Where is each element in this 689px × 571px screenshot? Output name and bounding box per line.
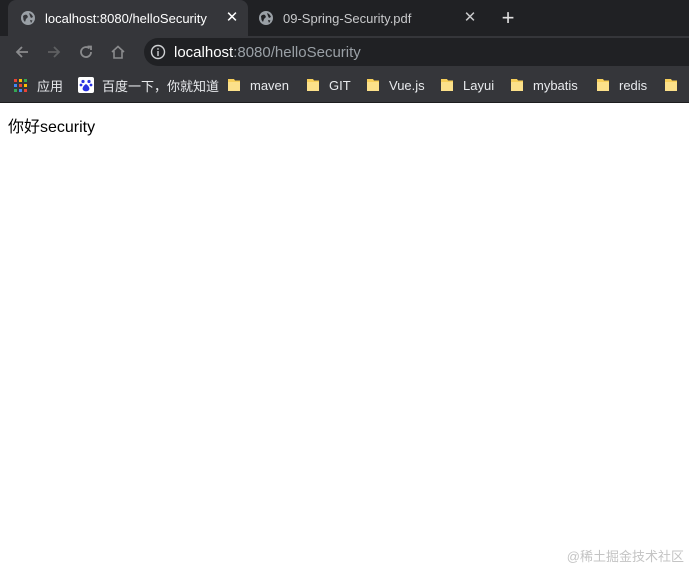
page-body-text: 你好security — [8, 119, 96, 136]
info-icon[interactable] — [150, 44, 166, 60]
arrow-left-icon — [15, 46, 28, 58]
tab-title: localhost:8080/helloSecurity — [45, 10, 207, 26]
bookmark-label: GIT — [329, 77, 351, 93]
tab-close-icon[interactable]: ✕ — [224, 10, 240, 26]
folder-icon — [441, 79, 453, 91]
bookmark-folder-maven[interactable]: maven — [227, 75, 289, 95]
folder-icon — [307, 79, 319, 91]
tab-close-icon[interactable]: ✕ — [462, 10, 478, 26]
folder-icon — [228, 79, 240, 91]
globe-icon — [21, 11, 35, 25]
bookmark-label: 百度一下，你就知道 — [102, 78, 220, 94]
bookmark-folder-git[interactable]: GIT — [306, 75, 351, 95]
plus-icon[interactable]: + — [498, 7, 518, 29]
bookmark-label: redis — [619, 77, 648, 93]
tab-strip: localhost:8080/helloSecurity ✕ 09-Spring… — [0, 0, 689, 36]
browser-window: localhost:8080/helloSecurity ✕ 09-Spring… — [0, 0, 689, 571]
bookmark-label: maven — [250, 77, 290, 93]
bookmark-label: Vue.js — [389, 77, 425, 93]
watermark: @稀土掘金技术社区 — [566, 549, 684, 564]
bookmark-label: mybatis — [533, 77, 578, 93]
url-host: localhost — [174, 43, 234, 61]
tab-spring-security-pdf[interactable]: 09-Spring-Security.pdf ✕ — [248, 0, 488, 36]
folder-icon — [665, 79, 677, 91]
navigation-toolbar: localhost:8080/helloSecurity — [0, 36, 689, 68]
address-bar[interactable]: localhost:8080/helloSecurity — [144, 38, 689, 66]
globe-icon — [259, 11, 273, 25]
bookmark-folder-redis[interactable]: redis — [596, 75, 647, 95]
tab-title: 09-Spring-Security.pdf — [283, 10, 412, 26]
arrow-right-icon — [48, 46, 61, 58]
url-path: :8080/helloSecurity — [233, 43, 361, 61]
bookmarks-bar: 应用 百度一下，你就知道 maven GIT Vue.js Layui myba… — [0, 68, 689, 103]
apps-grid-icon — [14, 79, 27, 92]
bookmark-label: 应用 — [37, 78, 64, 94]
page-viewport: 你好security — [0, 103, 689, 571]
bookmark-folder-layui[interactable]: Layui — [440, 75, 494, 95]
url-text: localhost:8080/helloSecurity — [174, 44, 361, 61]
tab-hello-security[interactable]: localhost:8080/helloSecurity ✕ — [8, 0, 248, 36]
folder-icon — [511, 79, 523, 91]
folder-icon — [597, 79, 609, 91]
bookmark-label: Layui — [463, 77, 495, 93]
bookmark-apps[interactable]: 应用 — [14, 75, 63, 95]
forward-button[interactable] — [44, 42, 64, 62]
home-button[interactable] — [108, 42, 128, 62]
bookmark-folder-vuejs[interactable]: Vue.js — [366, 75, 425, 95]
home-icon — [111, 45, 125, 59]
reload-button[interactable] — [76, 42, 96, 62]
reload-icon — [80, 45, 92, 58]
bookmark-baidu[interactable]: 百度一下，你就知道 — [78, 75, 219, 95]
back-button[interactable] — [12, 42, 32, 62]
bookmark-folder-overflow[interactable] — [664, 75, 687, 95]
folder-icon — [367, 79, 379, 91]
baidu-paw-icon — [78, 77, 94, 93]
bookmark-folder-mybatis[interactable]: mybatis — [510, 75, 578, 95]
